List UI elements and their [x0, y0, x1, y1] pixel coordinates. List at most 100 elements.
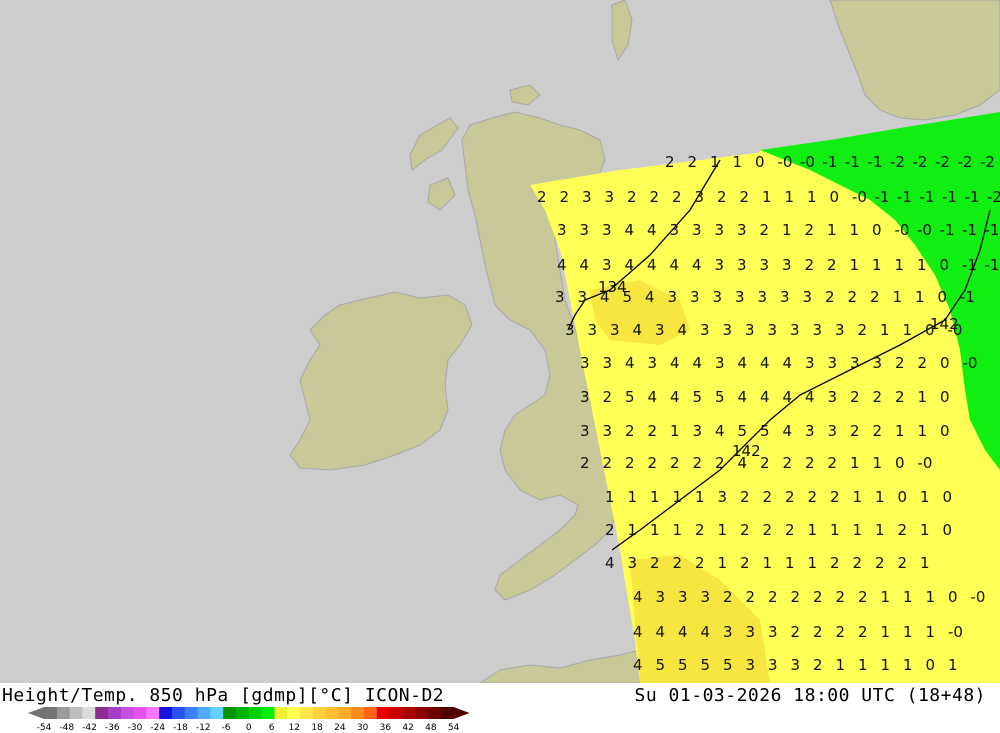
grid-value: 3 [578, 288, 588, 306]
grid-value: 5 [723, 656, 733, 674]
grid-value: 2 [875, 554, 885, 572]
grid-value: 5 [693, 388, 703, 406]
grid-value: 2 [627, 188, 637, 206]
grid-value: 3 [745, 321, 755, 339]
grid-value: 3 [713, 288, 723, 306]
grid-value: 1 [903, 623, 913, 641]
grid-value: -1 [845, 153, 860, 171]
legend-swatch [108, 707, 122, 719]
legend-arrow-left [28, 707, 44, 719]
grid-value: 3 [555, 288, 565, 306]
legend-swatch [69, 707, 83, 719]
grid-value: 3 [678, 588, 688, 606]
grid-value: 0 [940, 354, 950, 372]
legend-swatch [440, 707, 455, 719]
grid-value: 1 [695, 488, 705, 506]
grid-value: 2 [858, 321, 868, 339]
grid-value: -1 [985, 256, 1000, 274]
grid-value: 1 [875, 521, 885, 539]
grid-value: 3 [873, 354, 883, 372]
color-legend: -54 -48 -42 -36 -30 -24 -18 -12 -6 0 6 12 18 24 30 36 42… [28, 707, 470, 733]
legend-swatch [338, 707, 352, 719]
grid-value: 3 [603, 354, 613, 372]
grid-value: 4 [656, 623, 666, 641]
grid-value: 1 [903, 588, 913, 606]
grid-value: 3 [828, 422, 838, 440]
grid-value: 2 [836, 588, 846, 606]
grid-value: 4 [738, 454, 748, 472]
grid-value: 3 [746, 656, 756, 674]
grid-value: -0 [917, 221, 932, 239]
grid-value: 4 [648, 388, 658, 406]
grid-value: 2 [672, 188, 682, 206]
grid-value: 1 [628, 488, 638, 506]
grid-value: 4 [625, 354, 635, 372]
grid-value: -1 [942, 188, 957, 206]
grid-value: 0 [948, 588, 958, 606]
grid-value: 1 [880, 321, 890, 339]
grid-value: 3 [628, 554, 638, 572]
legend-swatch [376, 707, 391, 719]
grid-value: 1 [853, 521, 863, 539]
grid-value: -1 [985, 221, 1000, 239]
grid-value: 3 [768, 321, 778, 339]
grid-value: 1 [836, 656, 846, 674]
grid-value: 1 [830, 521, 840, 539]
grid-value: 1 [807, 188, 817, 206]
legend-swatch [364, 707, 378, 719]
grid-value: 2 [723, 588, 733, 606]
grid-value: 0 [925, 321, 935, 339]
grid-value: 1 [875, 488, 885, 506]
grid-value: 4 [783, 422, 793, 440]
grid-value: -1 [962, 221, 977, 239]
grid-value: 1 [872, 256, 882, 274]
grid-value: 2 [858, 588, 868, 606]
grid-value: 2 [715, 454, 725, 472]
grid-value: 4 [701, 623, 711, 641]
grid-value: 3 [805, 354, 815, 372]
legend-tick-label: -24 [150, 723, 165, 733]
grid-value: 4 [645, 288, 655, 306]
grid-value: 4 [557, 256, 567, 274]
grid-value: 1 [782, 221, 792, 239]
grid-value: 1 [628, 521, 638, 539]
grid-value: 2 [895, 388, 905, 406]
grid-value: 3 [723, 623, 733, 641]
grid-value: 2 [830, 554, 840, 572]
grid-value: 2 [791, 623, 801, 641]
grid-value: -1 [897, 188, 912, 206]
grid-value: -1 [875, 188, 890, 206]
grid-value: 5 [760, 422, 770, 440]
grid-value: 4 [605, 554, 615, 572]
grid-value: 1 [926, 588, 936, 606]
grid-value: 2 [740, 188, 750, 206]
grid-value: -0 [971, 588, 986, 606]
grid-value: 3 [780, 288, 790, 306]
legend-tick-label: 42 [402, 723, 413, 733]
legend-tick-label: 6 [269, 723, 275, 733]
grid-value: 2 [665, 153, 675, 171]
grid-value: -0 [963, 354, 978, 372]
grid-value: 2 [873, 388, 883, 406]
grid-value: 3 [835, 321, 845, 339]
grid-value: 5 [701, 656, 711, 674]
grid-value: 3 [648, 354, 658, 372]
grid-value: 2 [918, 354, 928, 372]
grid-value: -1 [960, 288, 975, 306]
grid-value: 1 [650, 521, 660, 539]
legend-tick-label: 0 [246, 723, 252, 733]
grid-value: 4 [738, 388, 748, 406]
grid-value: 3 [715, 221, 725, 239]
legend-swatch [261, 707, 275, 719]
legend-tick-label: -54 [37, 723, 52, 733]
grid-value: 3 [790, 321, 800, 339]
grid-value: 2 [808, 488, 818, 506]
grid-value: 3 [803, 288, 813, 306]
grid-value: 3 [737, 221, 747, 239]
grid-value: -1 [868, 153, 883, 171]
grid-value: 1 [853, 488, 863, 506]
grid-value: 1 [710, 153, 720, 171]
grid-value: 1 [895, 256, 905, 274]
grid-value: -1 [920, 188, 935, 206]
grid-value: -1 [823, 153, 838, 171]
